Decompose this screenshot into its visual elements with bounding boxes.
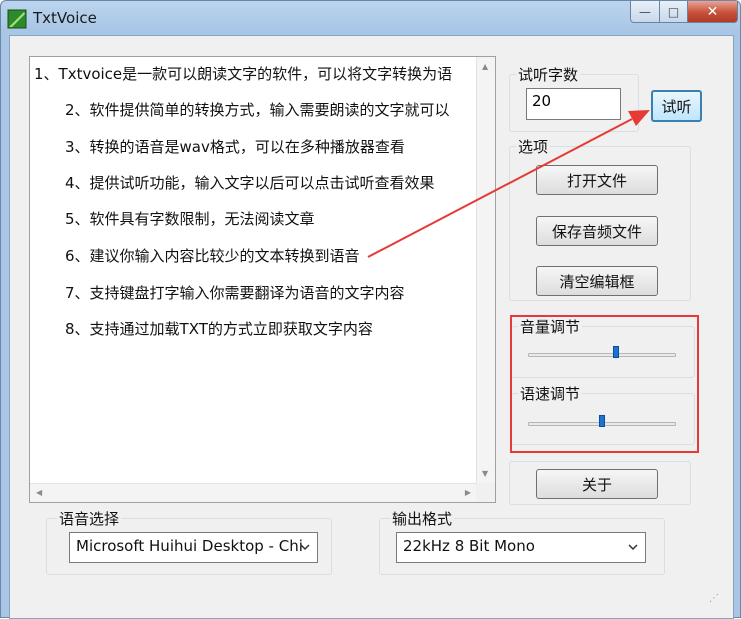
clear-editor-button[interactable]: 清空编辑框 bbox=[536, 266, 658, 296]
open-file-button[interactable]: 打开文件 bbox=[536, 165, 658, 195]
close-icon: ✕ bbox=[706, 3, 719, 20]
minimize-icon: — bbox=[639, 4, 651, 19]
scroll-down-icon[interactable]: ▼ bbox=[482, 470, 488, 478]
output-label: 输出格式 bbox=[390, 508, 455, 529]
scroll-left-icon[interactable]: ◀ bbox=[36, 489, 42, 497]
app-icon bbox=[7, 9, 27, 29]
maximize-button[interactable]: □ bbox=[660, 1, 688, 23]
text-line: 5、软件具有字数限制，无法阅读文章 bbox=[65, 210, 315, 228]
text-line: 6、建议你输入内容比较少的文本转换到语音 bbox=[65, 247, 360, 265]
voice-label: 语音选择 bbox=[57, 508, 122, 529]
preview-count-label: 试听字数 bbox=[516, 64, 581, 85]
text-content: 1、Txtvoice是一款可以朗读文字的软件，可以将文字转换为语 2、软件提供简… bbox=[30, 57, 477, 484]
title-bar[interactable]: TxtVoice — □ ✕ bbox=[1, 1, 741, 35]
output-select-value: 22kHz 8 Bit Mono bbox=[403, 537, 535, 555]
scroll-right-icon[interactable]: ▶ bbox=[465, 489, 471, 497]
text-line: 1、Txtvoice是一款可以朗读文字的软件，可以将文字转换为语 bbox=[34, 65, 453, 83]
text-line: 8、支持通过加载TXT的方式立即获取文字内容 bbox=[65, 320, 373, 338]
text-editor[interactable]: 1、Txtvoice是一款可以朗读文字的软件，可以将文字转换为语 2、软件提供简… bbox=[29, 56, 496, 503]
chevron-down-icon bbox=[628, 544, 638, 551]
maximize-icon: □ bbox=[667, 4, 680, 19]
caption-buttons: — □ ✕ bbox=[630, 1, 738, 23]
text-line: 7、支持键盘打字输入你需要翻译为语音的文字内容 bbox=[65, 284, 405, 302]
save-audio-button[interactable]: 保存音频文件 bbox=[536, 216, 658, 246]
text-line: 3、转换的语音是wav格式，可以在多种播放器查看 bbox=[65, 138, 405, 156]
window-title: TxtVoice bbox=[33, 9, 97, 27]
output-format-select[interactable]: 22kHz 8 Bit Mono bbox=[396, 532, 646, 563]
client-area: 1、Txtvoice是一款可以朗读文字的软件，可以将文字转换为语 2、软件提供简… bbox=[9, 35, 734, 619]
scroll-up-icon[interactable]: ▲ bbox=[482, 63, 488, 71]
window-frame: TxtVoice — □ ✕ 1、Txtvoice是一款可以朗读文字的软件，可以… bbox=[0, 0, 741, 619]
vertical-scrollbar[interactable]: ▲ ▼ bbox=[476, 57, 495, 484]
text-line: 2、软件提供简单的转换方式，输入需要朗读的文字就可以 bbox=[65, 101, 450, 119]
voice-select-value: Microsoft Huihui Desktop - Chi bbox=[76, 537, 303, 555]
about-button[interactable]: 关于 bbox=[536, 469, 658, 499]
horizontal-scrollbar[interactable]: ◀ ▶ bbox=[30, 483, 477, 502]
options-label: 选项 bbox=[516, 136, 551, 157]
voice-select[interactable]: Microsoft Huihui Desktop - Chi bbox=[69, 532, 318, 563]
resize-grip-icon[interactable]: ⋰ bbox=[709, 593, 719, 604]
preview-count-input[interactable]: 20 bbox=[526, 88, 621, 120]
annotation-box bbox=[510, 315, 699, 453]
minimize-button[interactable]: — bbox=[630, 1, 660, 23]
preview-button[interactable]: 试听 bbox=[651, 90, 702, 122]
close-button[interactable]: ✕ bbox=[688, 1, 738, 23]
chevron-down-icon bbox=[300, 544, 310, 551]
scroll-corner bbox=[476, 483, 495, 502]
text-line: 4、提供试听功能，输入文字以后可以点击试听查看效果 bbox=[65, 174, 435, 192]
